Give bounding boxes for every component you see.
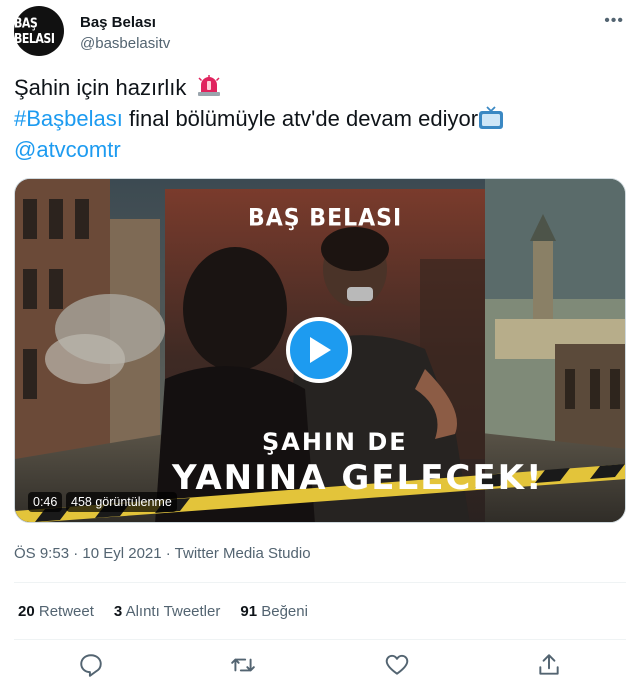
tweet-line-1: Şahin için hazırlık <box>14 72 626 103</box>
play-button[interactable] <box>286 317 352 383</box>
tweet-line-3: @atvcomtr <box>14 134 626 165</box>
video-duration: 0:46 <box>28 492 63 512</box>
retweet-icon[interactable] <box>230 652 256 678</box>
retweet-stat[interactable]: 20 Retweet <box>18 603 94 620</box>
video-brand-title: BAŞ BELASI <box>248 204 403 233</box>
retweet-label: Retweet <box>38 603 94 620</box>
tweet-line-2-text: final bölümüyle atv'de devam ediyor <box>122 106 479 131</box>
police-light-icon <box>197 75 220 96</box>
tweet-timestamp[interactable]: ÖS 9:53 · 10 Eyl 2021 · Twitter Media St… <box>14 545 311 562</box>
more-dots-icon[interactable]: ••• <box>604 12 624 30</box>
tweet-text: Şahin için hazırlık #Başbelası final böl… <box>14 72 626 165</box>
share-icon[interactable] <box>536 652 562 678</box>
video-overlay-line-1: ŞAHIN DE <box>262 428 408 456</box>
tweet-line-2: #Başbelası final bölümüyle atv'de devam … <box>14 103 626 134</box>
display-name[interactable]: Baş Belası <box>80 14 156 31</box>
quote-label: Alıntı Tweetler <box>125 603 221 620</box>
quote-stat[interactable]: 3 Alıntı Tweetler <box>114 603 220 620</box>
like-count: 91 <box>240 603 258 620</box>
tweet-actions <box>14 652 626 682</box>
play-icon <box>310 337 331 363</box>
divider <box>14 639 626 640</box>
like-heart-icon[interactable] <box>384 652 410 678</box>
retweet-count: 20 <box>18 603 35 620</box>
tweet-line-1-text: Şahin için hazırlık <box>14 75 187 100</box>
divider <box>14 582 626 583</box>
like-label: Beğeni <box>261 603 308 620</box>
tweet-header: BAŞ BELASI Baş Belası @basbelasitv ••• <box>14 6 626 58</box>
reply-icon[interactable] <box>78 652 104 678</box>
video-overlay-line-2: YANINA GELECEK! <box>172 458 544 498</box>
video-view-count: 458 görüntülenme <box>66 492 177 512</box>
hashtag-link[interactable]: #Başbelası <box>14 106 123 131</box>
mention-link[interactable]: @atvcomtr <box>14 137 121 162</box>
avatar[interactable]: BAŞ BELASI <box>14 6 64 56</box>
user-handle[interactable]: @basbelasitv <box>80 35 170 52</box>
avatar-logo-text: BAŞ BELASI <box>14 15 55 47</box>
quote-count: 3 <box>113 603 123 620</box>
television-icon <box>479 106 504 129</box>
like-stat[interactable]: 91 Beğeni <box>240 603 308 620</box>
tweet-stats: 20 Retweet 3 Alıntı Tweetler 91 Beğeni <box>18 603 308 620</box>
